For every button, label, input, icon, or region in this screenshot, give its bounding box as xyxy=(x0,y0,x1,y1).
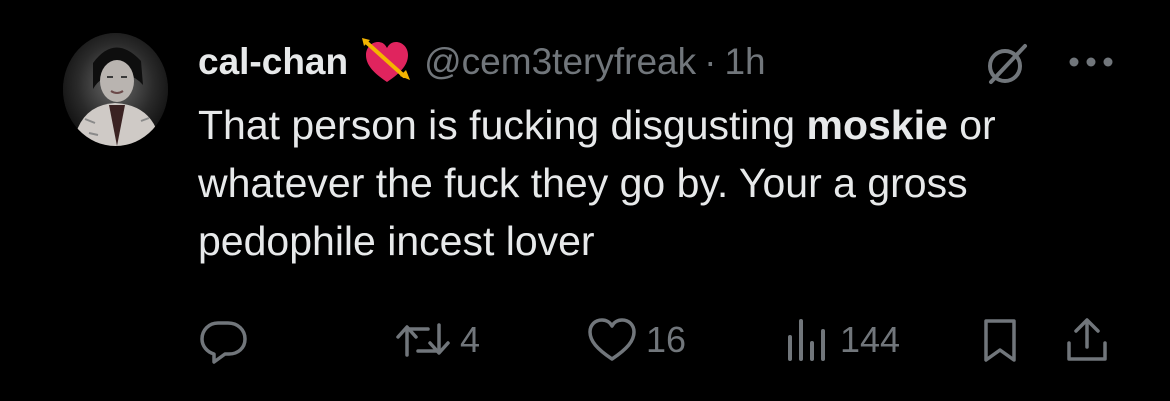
post-header: cal-chan @cem3teryfreak · 1h xyxy=(198,36,766,88)
repost-count: 4 xyxy=(460,319,481,360)
display-name[interactable]: cal-chan xyxy=(198,41,348,83)
avatar-image xyxy=(63,33,168,146)
bookmark-icon xyxy=(984,319,1016,362)
mention: moskie xyxy=(806,102,948,148)
separator-dot: · xyxy=(704,41,717,82)
views-count: 144 xyxy=(840,319,901,360)
post[interactable]: cal-chan @cem3teryfreak · 1h That person… xyxy=(0,0,1170,401)
reply-button[interactable] xyxy=(198,310,256,370)
post-text-before: That person is fucking disgusting xyxy=(198,102,807,148)
heart-with-arrow-icon xyxy=(360,36,414,88)
grok-icon[interactable] xyxy=(983,40,1031,88)
bookmark-button[interactable] xyxy=(978,310,1022,370)
like-count: 16 xyxy=(646,319,687,360)
action-bar: 4 16 144 xyxy=(0,310,1170,370)
avatar[interactable] xyxy=(63,33,168,146)
repost-icon xyxy=(396,323,450,357)
share-icon xyxy=(1067,318,1107,361)
reply-icon xyxy=(200,321,247,364)
views-icon xyxy=(788,319,825,361)
more-options-icon[interactable] xyxy=(1066,50,1116,74)
timestamp[interactable]: 1h xyxy=(724,41,765,83)
post-text: That person is fucking disgusting moskie… xyxy=(198,96,1118,270)
repost-button[interactable]: 4 xyxy=(394,310,480,370)
heart-icon xyxy=(588,318,636,361)
share-button[interactable] xyxy=(1064,310,1110,370)
handle[interactable]: @cem3teryfreak xyxy=(424,41,696,83)
views-button[interactable]: 144 xyxy=(782,310,900,370)
like-button[interactable]: 16 xyxy=(586,310,686,370)
